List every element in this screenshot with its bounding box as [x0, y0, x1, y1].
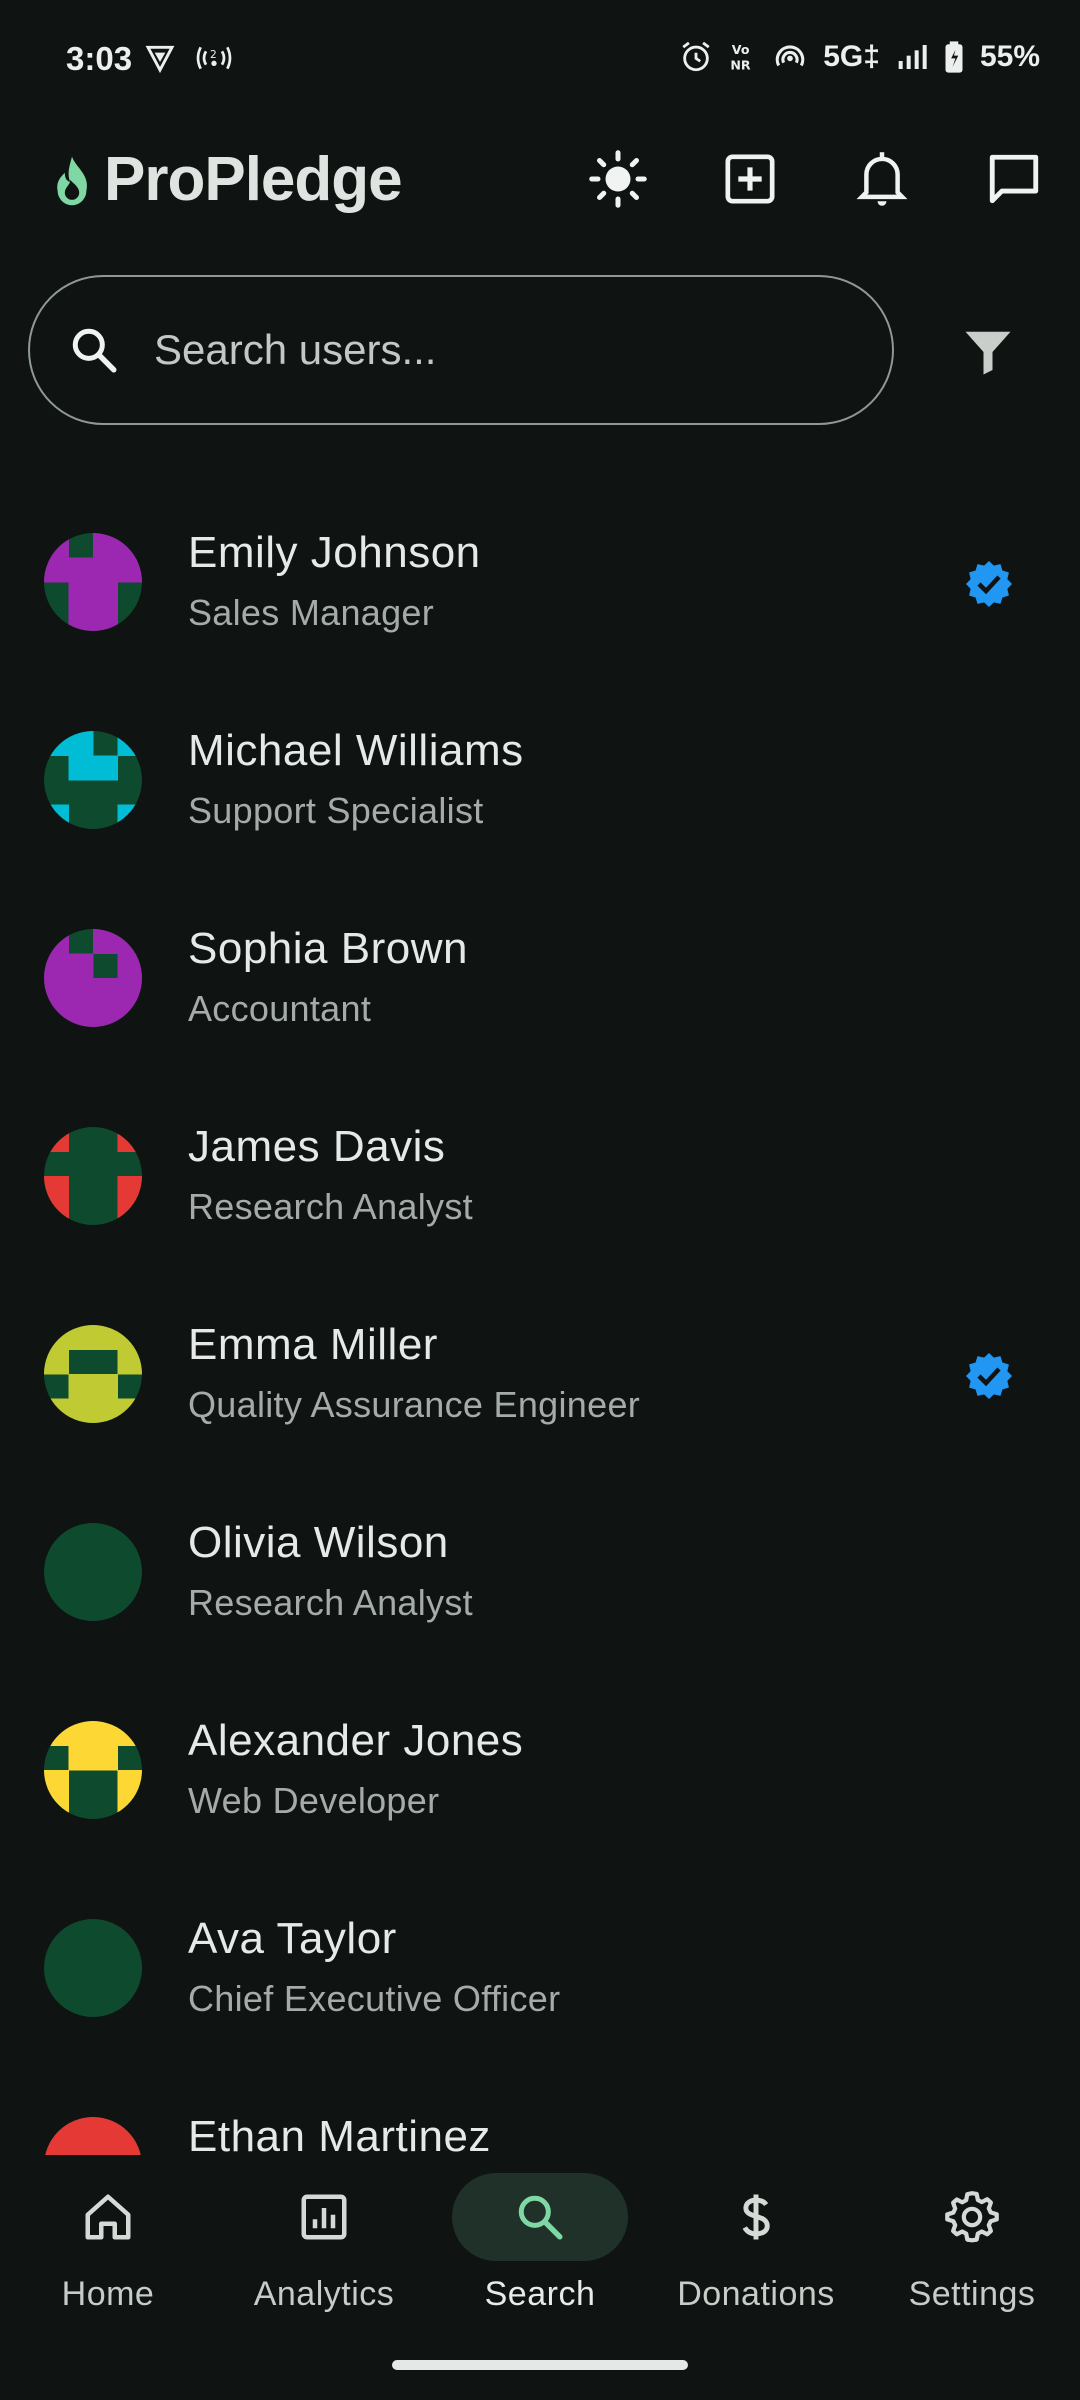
- battery-percent: 55%: [979, 40, 1040, 73]
- user-row[interactable]: Ethan Martinez: [0, 2054, 1080, 2155]
- user-row[interactable]: Emily Johnson Sales Manager: [0, 470, 1080, 668]
- network-type: 5G‡: [823, 40, 880, 73]
- nav-label: Analytics: [253, 2275, 395, 2313]
- nav-label: Donations: [677, 2275, 835, 2313]
- chat-icon: [985, 150, 1043, 208]
- user-name: Sophia Brown: [188, 924, 468, 973]
- user-role: Web Developer: [188, 1780, 440, 1821]
- svg-text:2: 2: [210, 48, 217, 61]
- brightness-icon: [588, 149, 648, 209]
- user-row[interactable]: Emma Miller Quality Assurance Engineer: [0, 1262, 1080, 1460]
- verified-badge-icon: [965, 1352, 1013, 1400]
- nav-label: Settings: [908, 2275, 1036, 2313]
- app-logo: ProPledge: [50, 144, 403, 215]
- gear-icon: [884, 2173, 1060, 2261]
- filter-icon: [961, 325, 1015, 379]
- user-name: James Davis: [188, 1122, 446, 1171]
- messages-button[interactable]: [948, 134, 1080, 224]
- nav-item-search[interactable]: Search: [432, 2173, 648, 2343]
- app-title: ProPledge: [104, 145, 403, 214]
- create-button[interactable]: [684, 134, 816, 224]
- user-row[interactable]: Michael Williams Support Specialist: [0, 668, 1080, 866]
- svg-text:Vo: Vo: [732, 42, 750, 57]
- user-row[interactable]: Sophia Brown Accountant: [0, 866, 1080, 1064]
- nav-item-home[interactable]: Home: [0, 2173, 216, 2343]
- flame-icon: [50, 153, 94, 207]
- signal-wave-icon: [773, 40, 807, 74]
- search-bar[interactable]: [28, 275, 894, 425]
- user-name: Ethan Martinez: [188, 2112, 491, 2155]
- filter-button[interactable]: [940, 310, 1036, 394]
- nav-label: Home: [61, 2275, 155, 2313]
- user-role: Chief Executive Officer: [188, 1978, 561, 2019]
- bell-icon: [855, 150, 909, 208]
- app-bar: ProPledge: [0, 124, 1080, 274]
- theme-toggle-button[interactable]: [552, 134, 684, 224]
- avatar: [44, 929, 142, 1027]
- user-role: Research Analyst: [188, 1186, 473, 1227]
- dollar-icon: [668, 2173, 844, 2261]
- volte-icon: Vo NR: [729, 40, 757, 74]
- status-time: 3:03: [66, 40, 133, 77]
- search-icon: [452, 2173, 628, 2261]
- user-role: Research Analyst: [188, 1582, 473, 1623]
- add-box-icon: [722, 151, 778, 207]
- avatar: [44, 1127, 142, 1225]
- user-name: Alexander Jones: [188, 1716, 524, 1765]
- user-row[interactable]: Ava Taylor Chief Executive Officer: [0, 1856, 1080, 2054]
- avatar: [44, 533, 142, 631]
- status-bar: 3:03 2 Vo NR 5G‡ 55%: [0, 0, 1080, 124]
- cell-signal-icon: [896, 41, 928, 73]
- user-name: Michael Williams: [188, 726, 524, 775]
- home-icon: [20, 2173, 196, 2261]
- notifications-button[interactable]: [816, 134, 948, 224]
- user-role: Quality Assurance Engineer: [188, 1384, 641, 1425]
- user-list: Emily Johnson Sales Manager Michael Willia…: [0, 470, 1080, 2155]
- svg-text:NR: NR: [731, 58, 752, 73]
- user-role: Accountant: [188, 988, 372, 1029]
- avatar: [44, 731, 142, 829]
- avatar: [44, 1919, 142, 2017]
- nav-item-settings[interactable]: Settings: [864, 2173, 1080, 2343]
- user-name: Emily Johnson: [188, 528, 481, 577]
- user-name: Olivia Wilson: [188, 1518, 449, 1567]
- hotspot-icon: 2: [194, 42, 234, 74]
- user-name: Ava Taylor: [188, 1914, 397, 1963]
- nav-label: Search: [484, 2275, 596, 2313]
- search-icon: [66, 322, 122, 378]
- user-row[interactable]: James Davis Research Analyst: [0, 1064, 1080, 1262]
- avatar: [44, 2117, 142, 2155]
- battery-icon: [944, 40, 964, 74]
- user-role: Support Specialist: [188, 790, 484, 831]
- user-row[interactable]: Alexander Jones Web Developer: [0, 1658, 1080, 1856]
- search-input[interactable]: [152, 325, 796, 375]
- nav-item-analytics[interactable]: Analytics: [216, 2173, 432, 2343]
- user-name: Emma Miller: [188, 1320, 438, 1369]
- verified-badge-icon: [965, 560, 1013, 608]
- alarm-icon: [679, 40, 713, 74]
- analytics-icon: [236, 2173, 412, 2261]
- avatar: [44, 1721, 142, 1819]
- nav-item-donations[interactable]: Donations: [648, 2173, 864, 2343]
- avatar: [44, 1523, 142, 1621]
- vpn-shield-icon: [144, 42, 176, 74]
- user-role: Sales Manager: [188, 592, 435, 633]
- avatar: [44, 1325, 142, 1423]
- user-row[interactable]: Olivia Wilson Research Analyst: [0, 1460, 1080, 1658]
- gesture-bar[interactable]: [392, 2360, 688, 2370]
